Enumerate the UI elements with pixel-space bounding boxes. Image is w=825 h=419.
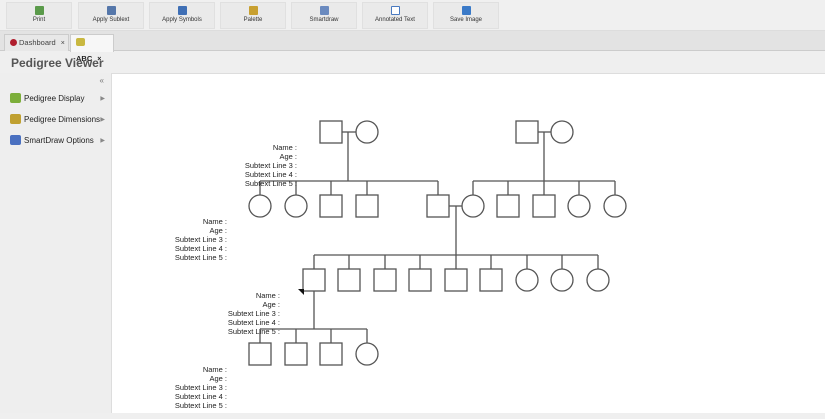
annotation-label: Subtext Line 4 : xyxy=(175,244,227,253)
male-individual[interactable] xyxy=(355,194,379,218)
pedigree-icon xyxy=(76,38,85,46)
print-button[interactable]: Print xyxy=(6,2,72,29)
sidebar-item-pedigree-display[interactable]: Pedigree Display ▶ xyxy=(10,93,105,103)
male-individual[interactable] xyxy=(532,194,556,218)
annotation-label: Subtext Line 5 : xyxy=(175,401,227,410)
apply-symbols-button[interactable]: Apply Symbols xyxy=(149,2,215,29)
male-individual[interactable] xyxy=(337,268,361,292)
annotation-label: Subtext Line 3 : xyxy=(175,235,227,244)
male-individual[interactable] xyxy=(248,342,272,366)
pedigree-canvas[interactable]: Name : Age : Subtext Line 3 : Subtext Line … xyxy=(111,73,825,413)
annotation-label: Name : xyxy=(203,217,227,226)
annotation-label: Subtext Line 4 : xyxy=(228,318,280,327)
female-individual[interactable] xyxy=(567,194,591,218)
sidebar: « Pedigree Display ▶ Pedigree Dimensions ▶… xyxy=(0,73,111,413)
male-individual[interactable] xyxy=(319,342,343,366)
female-individual[interactable] xyxy=(603,194,627,218)
smartdraw-icon xyxy=(319,6,329,15)
apply-subtext-button[interactable]: Apply Sublext xyxy=(78,2,144,29)
pedigree-chart[interactable]: Name :Age :Subtext Line 3 :Subtext Line … xyxy=(112,74,825,414)
sidebar-item-pedigree-dimensions[interactable]: Pedigree Dimensions ▶ xyxy=(10,114,105,124)
male-individual[interactable] xyxy=(479,268,503,292)
annotated-text-button[interactable]: Annotated Text xyxy=(362,2,428,29)
male-individual[interactable] xyxy=(515,120,539,144)
annotation-label: Age : xyxy=(209,374,227,383)
female-individual[interactable] xyxy=(461,194,485,218)
annotation-label: Subtext Line 5 : xyxy=(228,327,280,336)
annotation-label: Name : xyxy=(273,143,297,152)
annotation-label: Subtext Line 5 : xyxy=(175,253,227,262)
male-individual[interactable] xyxy=(373,268,397,292)
female-individual[interactable] xyxy=(355,120,379,144)
proband-arrow-icon[interactable] xyxy=(298,289,304,295)
annotation-label: Age : xyxy=(279,152,297,161)
save-image-button[interactable]: Save Image xyxy=(433,2,499,29)
male-individual[interactable] xyxy=(408,268,432,292)
apply-symbols-icon xyxy=(177,6,187,15)
female-individual[interactable] xyxy=(355,342,379,366)
female-individual[interactable] xyxy=(248,194,272,218)
palette-icon xyxy=(248,6,258,15)
pedigree-dimensions-icon xyxy=(10,114,21,124)
female-individual[interactable] xyxy=(515,268,539,292)
female-individual[interactable] xyxy=(284,194,308,218)
tab-abc[interactable]: ABC × xyxy=(70,34,114,63)
annotation-label: Subtext Line 3 : xyxy=(245,161,297,170)
printer-icon xyxy=(34,6,44,15)
male-individual[interactable] xyxy=(444,268,468,292)
female-individual[interactable] xyxy=(550,120,574,144)
annotation-label: Age : xyxy=(262,300,280,309)
chevron-right-icon: ▶ xyxy=(100,117,105,123)
annotation-label: Subtext Line 4 : xyxy=(245,170,297,179)
pedigree-display-icon xyxy=(10,93,21,103)
chevron-right-icon: ▶ xyxy=(100,96,105,102)
male-individual[interactable] xyxy=(319,194,343,218)
male-individual[interactable] xyxy=(319,120,343,144)
palette-button[interactable]: Palette xyxy=(220,2,286,29)
annotation-label: Subtext Line 5 : xyxy=(245,179,297,188)
toolbar: Print Apply Sublext Apply Symbols Palett… xyxy=(0,0,825,31)
tab-bar: Dashboard × ABC × xyxy=(0,31,825,63)
close-icon[interactable]: × xyxy=(61,40,65,47)
save-image-icon xyxy=(461,6,471,15)
tab-dashboard[interactable]: Dashboard × xyxy=(4,34,69,51)
page-title: Pedigree Viewer xyxy=(11,56,104,70)
male-individual[interactable] xyxy=(302,268,326,292)
smartdraw-options-icon xyxy=(10,135,21,145)
male-individual[interactable] xyxy=(284,342,308,366)
annotation-label: Name : xyxy=(256,291,280,300)
annotation-label: Name : xyxy=(203,365,227,374)
annotation-label: Age : xyxy=(209,226,227,235)
dashboard-icon xyxy=(10,39,17,46)
female-individual[interactable] xyxy=(586,268,610,292)
male-individual[interactable] xyxy=(496,194,520,218)
sidebar-item-smartdraw-options[interactable]: SmartDraw Options ▶ xyxy=(10,135,105,145)
male-individual[interactable] xyxy=(426,194,450,218)
collapse-icon[interactable]: « xyxy=(100,76,104,85)
annotated-text-icon xyxy=(390,6,400,15)
female-individual[interactable] xyxy=(550,268,574,292)
annotation-label: Subtext Line 4 : xyxy=(175,392,227,401)
smartdraw-button[interactable]: Smartdraw xyxy=(291,2,357,29)
apply-subtext-icon xyxy=(106,6,116,15)
chevron-right-icon: ▶ xyxy=(100,138,105,144)
annotation-label: Subtext Line 3 : xyxy=(228,309,280,318)
annotation-label: Subtext Line 3 : xyxy=(175,383,227,392)
